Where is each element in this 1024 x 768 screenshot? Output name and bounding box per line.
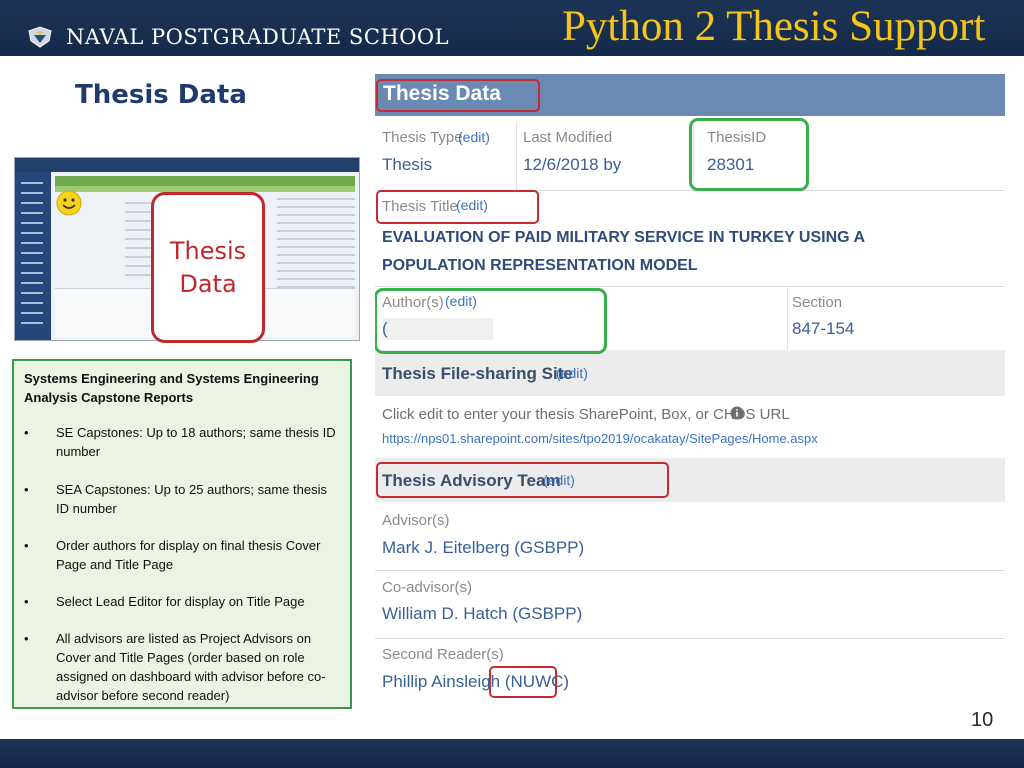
file-sharing-header: Thesis File-sharing Site (edit) xyxy=(375,350,1005,396)
bullet: • xyxy=(24,482,29,497)
advisor-label: Advisor(s) xyxy=(382,512,450,529)
second-reader-label: Second Reader(s) xyxy=(382,646,504,663)
thesis-type-edit-link[interactable]: (edit) xyxy=(458,129,490,145)
header-bar: NAVAL POSTGRADUATE SCHOOL Python 2 Thesi… xyxy=(0,0,1024,56)
section-heading: Thesis Data xyxy=(75,80,247,110)
note-text: All advisors are listed as Project Advis… xyxy=(56,631,326,703)
smiley-face-icon xyxy=(56,190,82,216)
capstone-notes-box: Systems Engineering and Systems Engineer… xyxy=(12,359,352,709)
thesis-type-label: Thesis Type xyxy=(382,129,463,146)
note-text: Select Lead Editor for display on Title … xyxy=(56,594,305,609)
bullet: • xyxy=(24,538,29,553)
notes-title: Systems Engineering and Systems Engineer… xyxy=(24,371,319,405)
highlight-advisory-team xyxy=(376,462,669,498)
highlight-thesis-data-header xyxy=(376,79,540,112)
school-crest-icon xyxy=(28,26,52,48)
highlight-thesis-title xyxy=(376,190,539,224)
footer-bar xyxy=(0,739,1024,768)
page-number: 10 xyxy=(971,709,994,731)
file-sharing-hint: Click edit to enter your thesis SharePoi… xyxy=(382,406,790,423)
info-icon[interactable] xyxy=(730,406,744,420)
callout-line-2: Data xyxy=(179,270,237,298)
thesis-data-callout: Thesis Data xyxy=(151,192,265,343)
co-advisor-value[interactable]: William D. Hatch (GSBPP) xyxy=(382,604,582,624)
bullet: • xyxy=(24,425,29,440)
note-text: Order authors for display on final thesi… xyxy=(56,538,321,572)
co-advisor-label: Co-advisor(s) xyxy=(382,579,473,596)
highlight-nuwc xyxy=(489,666,557,698)
highlight-thesis-id xyxy=(689,118,809,191)
section-label: Section xyxy=(792,294,843,311)
last-modified-label: Last Modified xyxy=(523,129,613,146)
school-name: NAVAL POSTGRADUATE SCHOOL xyxy=(66,25,450,49)
file-sharing-title: Thesis File-sharing Site xyxy=(382,364,573,383)
advisor-value[interactable]: Mark J. Eitelberg (GSBPP) xyxy=(382,538,584,558)
section-value: 847-154 xyxy=(792,319,855,338)
file-sharing-url-link[interactable]: https://nps01.sharepoint.com/sites/tpo20… xyxy=(382,431,818,446)
bullet: • xyxy=(24,594,29,609)
slide-title: Python 2 Thesis Support xyxy=(562,3,986,50)
highlight-authors xyxy=(375,288,607,354)
bullet: • xyxy=(24,631,29,646)
last-modified-value: 12/6/2018 by xyxy=(523,155,622,174)
thesis-title-value: EVALUATION OF PAID MILITARY SERVICE IN T… xyxy=(382,229,865,274)
thesis-data-panel: Thesis Data Thesis Type (edit) Thesis La… xyxy=(375,74,1005,710)
file-sharing-edit-link[interactable]: (edit) xyxy=(556,365,588,381)
thesis-type-value: Thesis xyxy=(382,155,433,174)
note-text: SE Capstones: Up to 18 authors; same the… xyxy=(56,425,336,459)
callout-line-1: Thesis xyxy=(169,237,247,265)
note-text: SEA Capstones: Up to 25 authors; same th… xyxy=(56,482,327,516)
